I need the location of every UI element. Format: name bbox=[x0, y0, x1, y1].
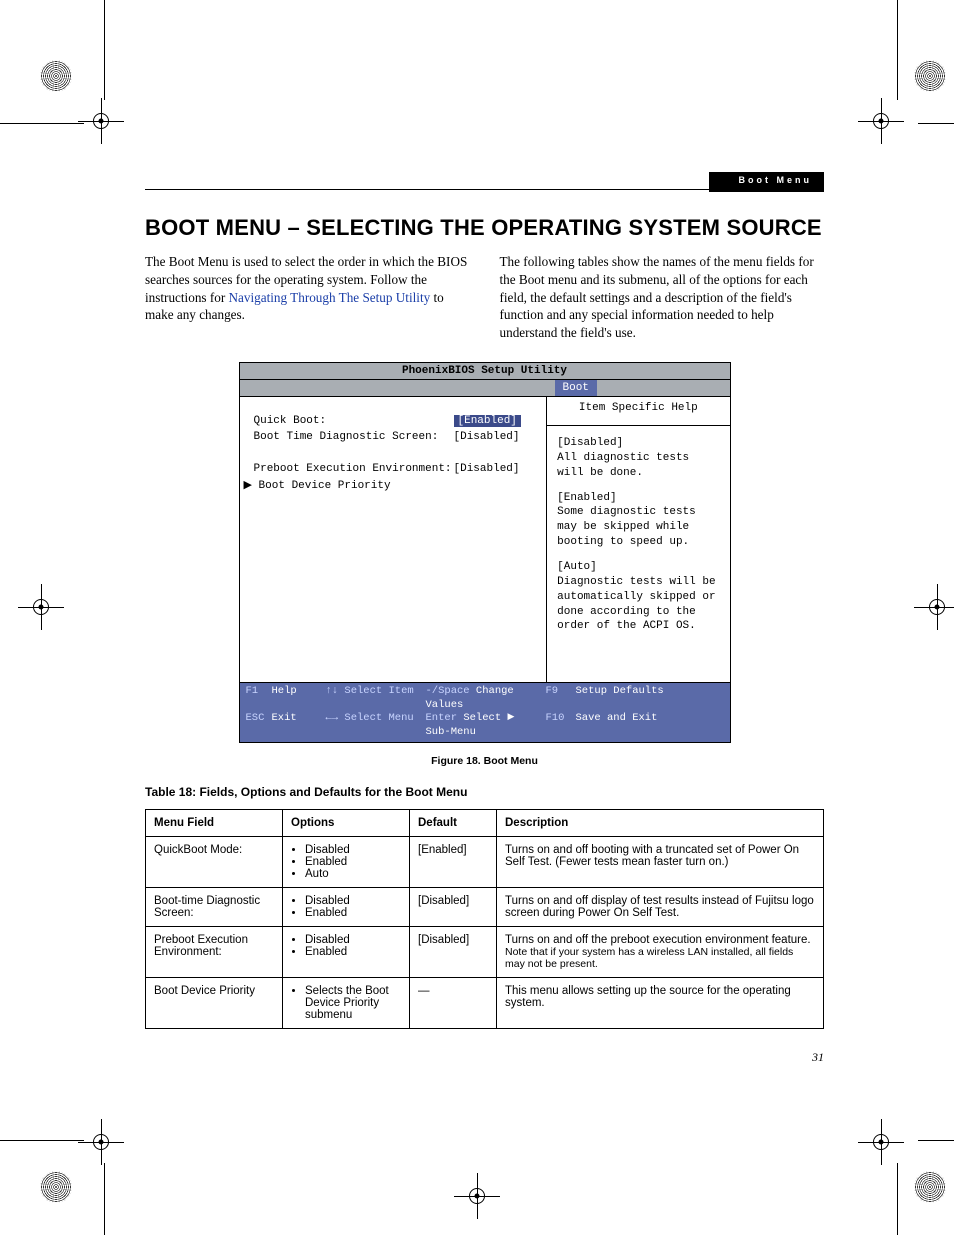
foot-action: ↑↓ Select Item bbox=[326, 685, 426, 712]
cropmark-bl bbox=[40, 1143, 100, 1203]
cell-field: QuickBoot Mode: bbox=[146, 836, 283, 887]
content-area: BOOT MENU – SELECTING THE OPERATING SYST… bbox=[145, 215, 824, 1029]
foot-label: Help bbox=[272, 685, 326, 712]
bios-label: ▶ Boot Device Priority bbox=[244, 478, 391, 492]
bios-tab-bar: Boot bbox=[240, 380, 730, 397]
foot-action: ←→ Select Menu bbox=[326, 712, 426, 739]
cell-options: DisabledEnabledAuto bbox=[283, 836, 410, 887]
page-number: 31 bbox=[812, 1050, 824, 1065]
crop-line bbox=[897, 1163, 898, 1235]
bios-row-quickboot: Quick Boot: [Enabled] bbox=[254, 413, 537, 428]
crop-line bbox=[918, 123, 954, 124]
crop-line bbox=[918, 1140, 954, 1141]
cell-field: Boot-time Diagnostic Screen: bbox=[146, 887, 283, 926]
intro-link: Navigating Through The Setup Utility bbox=[229, 290, 431, 305]
th-field: Menu Field bbox=[146, 809, 283, 836]
bios-body: Quick Boot: [Enabled] Boot Time Diagnost… bbox=[240, 397, 730, 683]
foot-label: Exit bbox=[272, 712, 326, 739]
table-row: Boot Device PrioritySelects the Boot Dev… bbox=[146, 977, 824, 1028]
bios-help-p1: [Disabled] All diagnostic tests will be … bbox=[557, 436, 721, 481]
foot-key: F9 bbox=[546, 685, 576, 712]
page: Boot Menu BOOT MENU – SELECTING THE OPER… bbox=[0, 0, 954, 1235]
cropmark-mr bbox=[920, 590, 954, 630]
bios-help-title: Item Specific Help bbox=[547, 397, 729, 426]
bios-help-p2: [Enabled] Some diagnostic tests may be s… bbox=[557, 491, 721, 550]
bios-screenshot: PhoenixBIOS Setup Utility Boot Quick Boo… bbox=[239, 362, 731, 743]
foot-action: -/Space Change Values bbox=[426, 685, 546, 712]
th-default: Default bbox=[410, 809, 497, 836]
intro-col-right: The following tables show the names of t… bbox=[500, 253, 825, 342]
foot-key: F10 bbox=[546, 712, 576, 739]
cropmark-br bbox=[886, 1143, 946, 1203]
table-row: Preboot Execution Environment:DisabledEn… bbox=[146, 926, 824, 977]
bios-row-pxe: Preboot Execution Environment: [Disabled… bbox=[254, 461, 537, 476]
cell-options: Selects the Boot Device Priority submenu bbox=[283, 977, 410, 1028]
fields-table: Menu Field Options Default Description Q… bbox=[145, 809, 824, 1029]
cell-desc: Turns on and off booting with a truncate… bbox=[497, 836, 824, 887]
crop-line bbox=[104, 1163, 105, 1235]
bios-help-body: [Disabled] All diagnostic tests will be … bbox=[547, 426, 729, 654]
table-head-row: Menu Field Options Default Description bbox=[146, 809, 824, 836]
cell-default: — bbox=[410, 977, 497, 1028]
bios-label: Quick Boot: bbox=[254, 415, 454, 427]
header-rule bbox=[145, 189, 824, 190]
bios-tab-boot: Boot bbox=[555, 380, 597, 396]
th-options: Options bbox=[283, 809, 410, 836]
table-row: Boot-time Diagnostic Screen:DisabledEnab… bbox=[146, 887, 824, 926]
crop-line bbox=[0, 1140, 84, 1141]
bios-row-diag: Boot Time Diagnostic Screen: [Disabled] bbox=[254, 429, 537, 444]
bios-help-p3: [Auto] Diagnostic tests will be automati… bbox=[557, 560, 721, 634]
table-row: QuickBoot Mode:DisabledEnabledAuto[Enabl… bbox=[146, 836, 824, 887]
cell-desc: Turns on and off display of test results… bbox=[497, 887, 824, 926]
bios-footer: F1 Help ↑↓ Select Item -/Space Change Va… bbox=[240, 683, 730, 742]
foot-key: ESC bbox=[246, 712, 272, 739]
foot-label: Setup Defaults bbox=[576, 685, 664, 712]
page-title: BOOT MENU – SELECTING THE OPERATING SYST… bbox=[145, 215, 824, 241]
cell-desc: This menu allows setting up the source f… bbox=[497, 977, 824, 1028]
table-caption: Table 18: Fields, Options and Defaults f… bbox=[145, 785, 824, 799]
bios-value: [Disabled] bbox=[454, 431, 520, 443]
bios-help-pane: Item Specific Help [Disabled] All diagno… bbox=[547, 397, 729, 682]
bios-row-spacer bbox=[254, 445, 537, 460]
foot-key: F1 bbox=[246, 685, 272, 712]
bios-label: Preboot Execution Environment: bbox=[254, 463, 454, 475]
cell-field: Preboot Execution Environment: bbox=[146, 926, 283, 977]
cropmark-tl bbox=[40, 60, 100, 120]
figure-caption: Figure 18. Boot Menu bbox=[145, 755, 824, 767]
bios-label: Boot Time Diagnostic Screen: bbox=[254, 431, 454, 443]
cell-field: Boot Device Priority bbox=[146, 977, 283, 1028]
cropmark-tr bbox=[886, 60, 946, 120]
th-desc: Description bbox=[497, 809, 824, 836]
cell-options: DisabledEnabled bbox=[283, 926, 410, 977]
foot-label: Save and Exit bbox=[576, 712, 658, 739]
bios-value: [Disabled] bbox=[454, 463, 520, 475]
intro-columns: The Boot Menu is used to select the orde… bbox=[145, 253, 824, 342]
cell-default: [Disabled] bbox=[410, 887, 497, 926]
cell-default: [Enabled] bbox=[410, 836, 497, 887]
crop-line bbox=[897, 0, 898, 100]
bios-row-bootdev: ▶ Boot Device Priority bbox=[244, 477, 537, 492]
foot-action: Enter Select ▶ Sub-Menu bbox=[426, 712, 546, 739]
bios-settings-pane: Quick Boot: [Enabled] Boot Time Diagnost… bbox=[240, 397, 548, 682]
cell-options: DisabledEnabled bbox=[283, 887, 410, 926]
cropmark-mb bbox=[460, 1179, 500, 1219]
bios-value-selected: [Enabled] bbox=[454, 415, 521, 427]
bios-title-bar: PhoenixBIOS Setup Utility bbox=[240, 363, 730, 380]
cell-desc: Turns on and off the preboot execution e… bbox=[497, 926, 824, 977]
cropmark-ml bbox=[24, 590, 64, 630]
cell-default: [Disabled] bbox=[410, 926, 497, 977]
intro-col-left: The Boot Menu is used to select the orde… bbox=[145, 253, 470, 342]
crop-line bbox=[104, 0, 105, 100]
crop-line bbox=[0, 123, 84, 124]
